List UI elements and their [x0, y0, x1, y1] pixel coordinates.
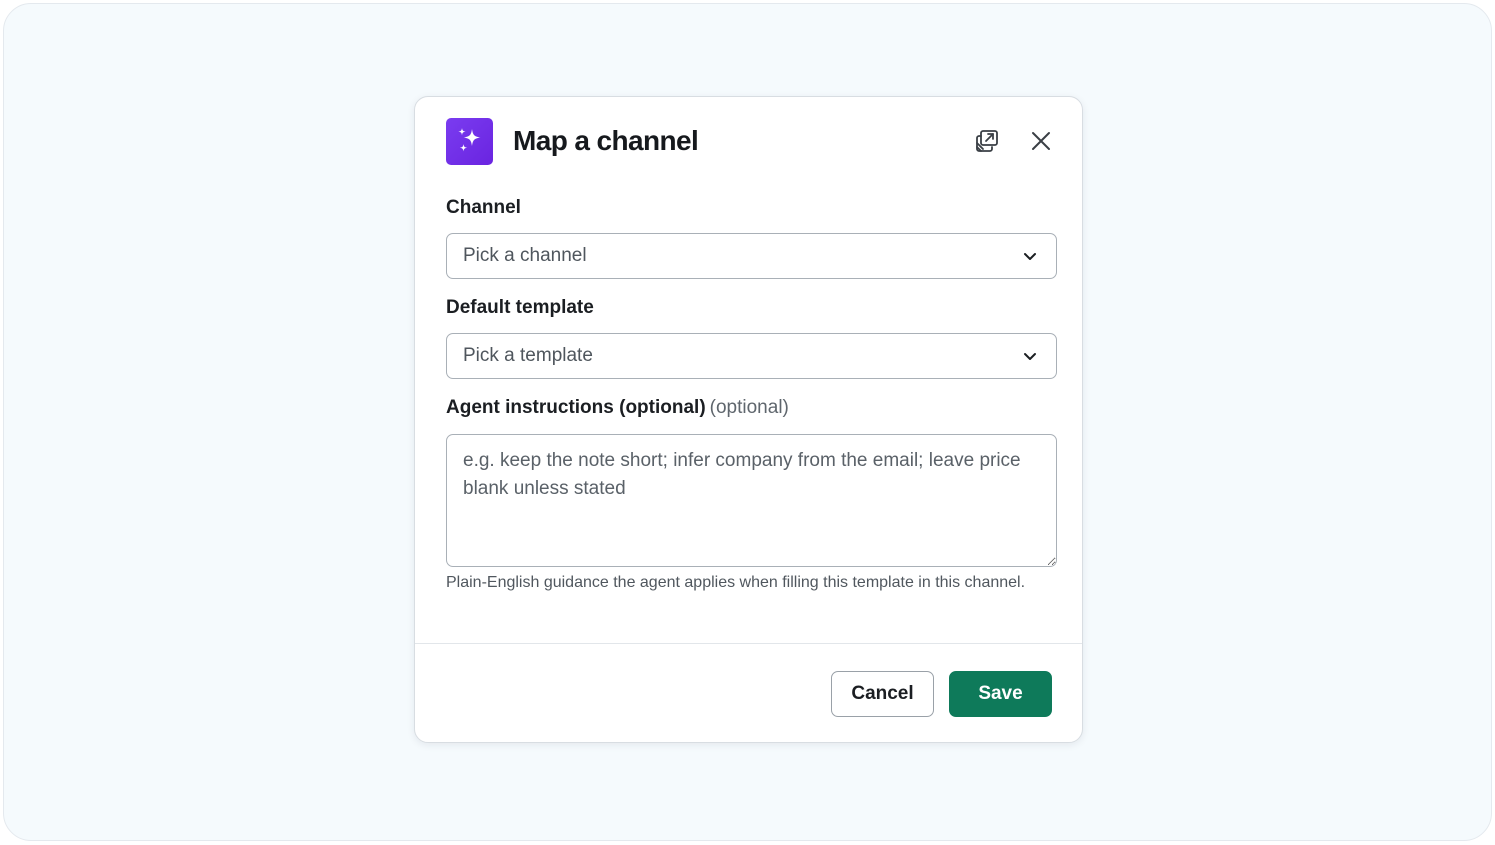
- agent-instructions-label-text: Agent instructions (optional): [446, 397, 706, 418]
- sparkles-icon: [446, 117, 493, 165]
- agent-instructions-help: Plain-English guidance the agent applies…: [446, 574, 1026, 591]
- channel-select[interactable]: Pick a channel: [446, 233, 1057, 279]
- close-icon: [1032, 132, 1050, 150]
- footer-divider: [415, 643, 1082, 644]
- chevron-down-icon: [1020, 346, 1040, 366]
- save-button[interactable]: Save: [949, 671, 1052, 717]
- dialog-header: Map a channel: [446, 117, 1056, 165]
- optional-hint: (optional): [709, 397, 789, 418]
- cancel-button[interactable]: Cancel: [831, 671, 934, 717]
- agent-instructions-textarea[interactable]: [446, 434, 1057, 567]
- template-select-value: Pick a template: [463, 345, 593, 366]
- external-windows-icon: [976, 130, 998, 152]
- header-actions: [972, 126, 1056, 156]
- template-select[interactable]: Pick a template: [446, 333, 1057, 379]
- close-button[interactable]: [1026, 126, 1056, 156]
- map-channel-dialog: Map a channel Channel Pick a channel Def…: [414, 96, 1083, 743]
- dialog-title: Map a channel: [513, 125, 699, 156]
- default-template-label: Default template: [446, 297, 594, 318]
- agent-instructions-label: Agent instructions (optional) (optional): [446, 397, 789, 419]
- channel-label: Channel: [446, 197, 521, 218]
- channel-select-value: Pick a channel: [463, 245, 587, 266]
- chevron-down-icon: [1020, 246, 1040, 266]
- open-in-new-window-button[interactable]: [972, 126, 1002, 156]
